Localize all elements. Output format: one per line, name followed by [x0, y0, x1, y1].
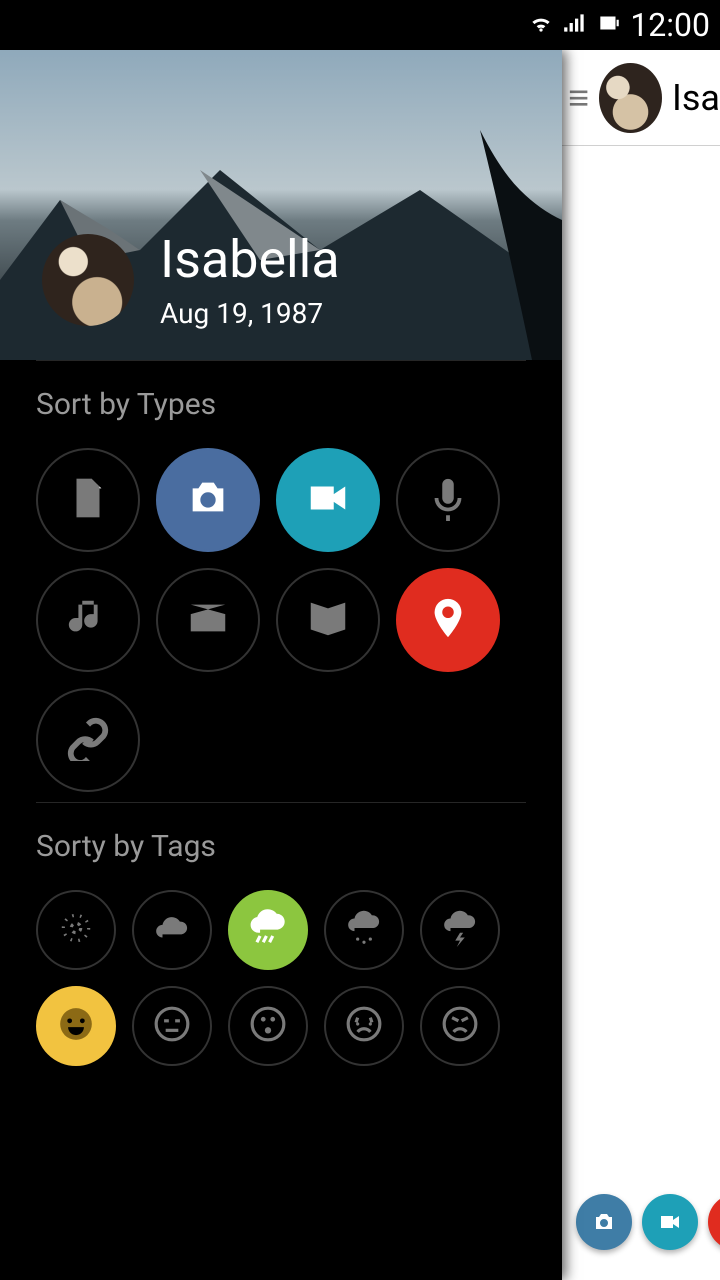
video-icon	[305, 475, 351, 525]
camera-icon	[185, 475, 231, 525]
rain-icon	[249, 909, 287, 951]
tags-section: Sorty by Tags	[0, 803, 562, 1076]
type-video[interactable]	[276, 448, 380, 552]
type-film[interactable]	[156, 568, 260, 672]
fab-camera[interactable]	[576, 1194, 632, 1250]
tag-storm[interactable]	[420, 890, 500, 970]
status-bar: 12:00	[0, 0, 720, 50]
status-time: 12:00	[630, 6, 710, 44]
document-icon	[65, 475, 111, 525]
location-icon	[425, 595, 471, 645]
fab-record[interactable]	[708, 1194, 720, 1250]
background-header: ≡ Isa	[562, 50, 720, 146]
fab-row	[576, 1194, 720, 1250]
tag-angry[interactable]	[420, 986, 500, 1066]
background-screen: ≡ Isa	[562, 50, 720, 1280]
avatar[interactable]	[42, 234, 134, 326]
cloudy-icon	[153, 909, 191, 951]
angry-icon	[441, 1005, 479, 1047]
music-icon	[65, 595, 111, 645]
drawer: Isabella Aug 19, 1987 Sort by Types Sort…	[0, 50, 562, 1280]
cover: Isabella Aug 19, 1987	[0, 50, 562, 360]
storm-icon	[441, 909, 479, 951]
mic-icon	[425, 475, 471, 525]
happy-icon	[57, 1005, 95, 1047]
film-icon	[185, 595, 231, 645]
tag-surprised[interactable]	[228, 986, 308, 1066]
link-icon	[65, 715, 111, 765]
type-document[interactable]	[36, 448, 140, 552]
tag-cloudy[interactable]	[132, 890, 212, 970]
surprised-icon	[249, 1005, 287, 1047]
wifi-icon	[528, 6, 554, 44]
type-camera[interactable]	[156, 448, 260, 552]
tag-sad[interactable]	[324, 986, 404, 1066]
fab-video[interactable]	[642, 1194, 698, 1250]
type-link[interactable]	[36, 688, 140, 792]
type-mic[interactable]	[396, 448, 500, 552]
tag-rain[interactable]	[228, 890, 308, 970]
tag-meh[interactable]	[132, 986, 212, 1066]
sunny-icon	[57, 909, 95, 951]
tag-sunny[interactable]	[36, 890, 116, 970]
types-section: Sort by Types	[0, 361, 562, 802]
tag-happy[interactable]	[36, 986, 116, 1066]
meh-icon	[153, 1005, 191, 1047]
tag-snow[interactable]	[324, 890, 404, 970]
menu-icon[interactable]: ≡	[568, 80, 589, 116]
types-title: Sort by Types	[36, 387, 526, 422]
battery-icon	[596, 6, 622, 44]
type-location[interactable]	[396, 568, 500, 672]
type-book[interactable]	[276, 568, 380, 672]
signal-icon	[562, 6, 588, 44]
profile-date: Aug 19, 1987	[160, 297, 323, 330]
background-title: Isa	[672, 77, 720, 119]
snow-icon	[345, 909, 383, 951]
book-icon	[305, 595, 351, 645]
profile-name: Isabella	[160, 229, 340, 290]
tags-title: Sorty by Tags	[36, 829, 526, 864]
type-music[interactable]	[36, 568, 140, 672]
sad-icon	[345, 1005, 383, 1047]
avatar-mini[interactable]	[599, 63, 662, 133]
